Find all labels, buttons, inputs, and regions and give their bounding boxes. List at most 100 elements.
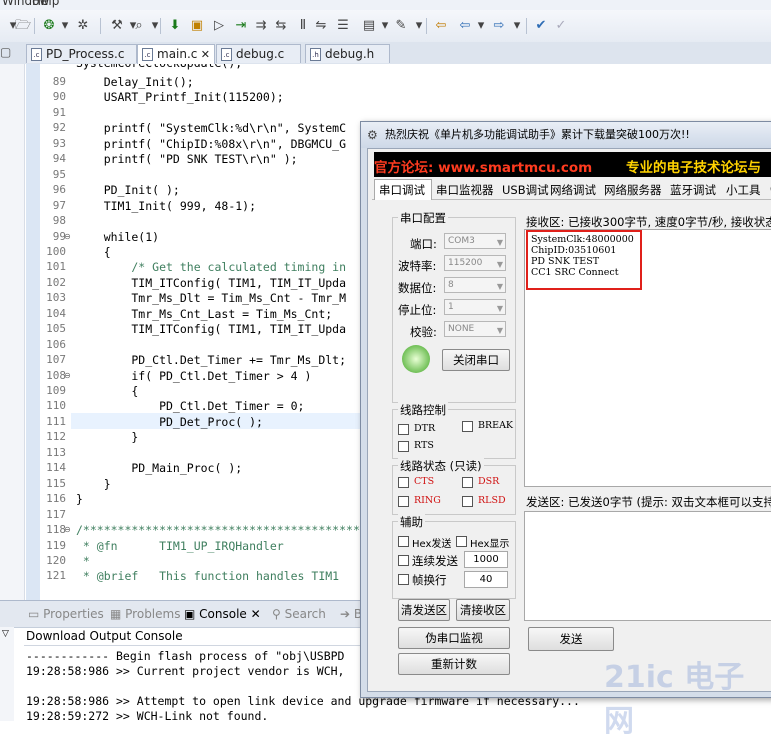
fold-toggle-icon[interactable]: ⊖ [64, 371, 71, 380]
download-icon[interactable]: ⬇ [166, 17, 184, 35]
tab-pd-process[interactable]: .c PD_Process.c [26, 44, 137, 63]
banner-forum-link[interactable]: 官方论坛: www.smartmcu.com [374, 156, 592, 176]
main-toolbar: ▾ 🗁 ❂ ▾ ✲ ⚒ ▾ ⌕ ▾ ⬇ ▣ ▷ ⇥ ⇉ ⇆ Ⅱ ⇋ ☰ ▤ ▾ … [0, 10, 771, 43]
ring-indicator [398, 496, 409, 507]
send-textarea[interactable] [524, 511, 771, 621]
send-button[interactable]: 发送 [528, 627, 614, 651]
build-dropdown-icon[interactable]: ▾ [56, 17, 74, 35]
hex-show-checkbox[interactable] [456, 536, 467, 547]
close-icon[interactable]: ✕ [201, 45, 210, 64]
dropdown-icon[interactable]: ▾ [472, 17, 490, 35]
parity-value: NONE [448, 324, 475, 334]
step-over-icon[interactable]: ⇆ [272, 17, 290, 35]
clear-send-button[interactable]: 清发送区 [398, 599, 450, 621]
forward-nav-icon[interactable]: ⇨ [490, 17, 508, 35]
toggle-icon[interactable]: ⇋ [312, 17, 330, 35]
line-number: 119 [46, 539, 66, 552]
continuous-send-checkbox[interactable] [398, 555, 409, 566]
virtual-monitor-button[interactable]: 伪串口监视 [398, 627, 510, 649]
tab-more[interactable]: ➔ B [340, 607, 362, 621]
reset-count-button[interactable]: 重新计数 [398, 653, 510, 675]
tab-console[interactable]: ▣ Console ✕ [184, 607, 261, 621]
parity-select[interactable]: NONE ▼ [444, 321, 506, 337]
tab-usb-debug[interactable]: USB调试 [502, 182, 549, 198]
view-icon[interactable]: ▢ [0, 45, 11, 59]
clear-receive-button[interactable]: 清接收区 [456, 599, 510, 621]
tab-serial-debug[interactable]: 串口调试 [379, 182, 425, 198]
code-line: /***************************************… [76, 523, 388, 537]
menu-help[interactable]: Help [32, 0, 59, 8]
line-number: 110 [46, 399, 66, 412]
tab-properties[interactable]: ▭ Properties [28, 607, 104, 621]
continuous-interval-input[interactable]: 1000 [464, 551, 508, 568]
back-icon[interactable]: ⇦ [432, 17, 450, 35]
stop-bits-select[interactable]: 1 ▼ [444, 299, 506, 315]
fold-toggle-icon[interactable]: ⊖ [64, 232, 71, 241]
dropdown-icon[interactable]: ▾ [508, 17, 526, 35]
tab-network-server[interactable]: 网络服务器 [604, 182, 662, 198]
baud-label: 波特率: [398, 259, 437, 273]
annotate-icon[interactable]: ✎ [392, 17, 410, 35]
terminal-icon[interactable]: ▷ [210, 17, 228, 35]
code-line: USART_Printf_Init(115200); [76, 90, 284, 104]
port-select[interactable]: COM3 ▼ [444, 233, 506, 249]
tab-main-c[interactable]: .c main.c ✕ [137, 44, 215, 64]
tab-label: Problems [125, 607, 181, 621]
tab-debug-c[interactable]: .c debug.c [216, 44, 301, 63]
chip-icon[interactable]: ▣ [188, 17, 206, 35]
pin-icon[interactable]: ✔ [532, 17, 550, 35]
line-number: 120 [46, 554, 66, 567]
tab-tools[interactable]: 小工具 [726, 182, 761, 198]
settings-icon[interactable]: ✲ [74, 17, 92, 35]
format-icon[interactable]: Ⅱ [294, 17, 312, 35]
code-line: TIM1_Init( 999, 48-1); [76, 199, 257, 213]
tab-bluetooth-debug[interactable]: 蓝牙调试 [670, 182, 716, 198]
code-line: PD_Ctl.Det_Timer = 0; [76, 399, 305, 413]
line-control-title: 线路控制 [398, 402, 448, 418]
fold-toggle-icon[interactable]: ⊖ [64, 525, 71, 534]
tab-search[interactable]: ⚲ Search [272, 607, 326, 621]
rts-label: RTS [414, 440, 434, 451]
baud-select[interactable]: 115200 ▼ [444, 255, 506, 271]
line-number: 94 [52, 152, 66, 165]
step-icon[interactable]: ⇉ [252, 17, 270, 35]
rts-checkbox[interactable] [398, 441, 409, 452]
line-number: 97 [52, 199, 66, 212]
dsr-label: DSR [478, 476, 500, 487]
code-line: TIM_ITConfig( TIM1, TIM_IT_Upda [76, 276, 347, 290]
run-icon[interactable]: ⇥ [232, 17, 250, 35]
break-checkbox[interactable] [462, 421, 473, 432]
line-number: 100 [46, 245, 66, 258]
tab-label: debug.h [325, 47, 375, 61]
pin-disabled-icon: ✓ [555, 18, 567, 33]
dropdown-icon[interactable]: ▾ [146, 17, 164, 35]
tab-network-debug[interactable]: 网络调试 [550, 182, 596, 198]
frame-newline-checkbox[interactable] [398, 574, 409, 585]
close-port-button[interactable]: 关闭串口 [442, 349, 510, 371]
list-icon[interactable]: ☰ [334, 17, 352, 35]
code-line: PD_Init( ); [76, 183, 180, 197]
console-left-strip: ▽ [0, 627, 14, 721]
line-number: 121 [46, 569, 66, 582]
receive-textarea[interactable]: SystemClk:48000000 ChipID:03510601 PD SNK … [524, 229, 771, 487]
tab-problems[interactable]: ▦ Problems [110, 607, 180, 621]
frame-newline-input[interactable]: 40 [464, 571, 508, 588]
app-icon: ⚙ [367, 128, 378, 142]
code-line: PD_Det_Proc( ); [76, 415, 263, 429]
window-title: 热烈庆祝《单片机多功能调试助手》累计下载量突破100万次!! [385, 128, 690, 141]
tab-debug-h[interactable]: .h debug.h [305, 44, 390, 63]
break-label: BREAK [478, 420, 514, 431]
dtr-checkbox[interactable] [398, 424, 409, 435]
banner[interactable]: 官方论坛: www.smartmcu.com 专业的电子技术论坛与 [374, 152, 771, 177]
hex-send-checkbox[interactable] [398, 536, 409, 547]
code-line-cut: SystemCoreClockUpdate(); [76, 64, 242, 70]
open-icon[interactable]: 🗁 [14, 17, 32, 35]
editor-tab-bar: ▢ .c PD_Process.c .c main.c ✕ .c debug.c .h… [0, 42, 771, 65]
line-number: 117 [46, 508, 66, 521]
rlsd-label: RLSD [478, 495, 506, 506]
data-bits-select[interactable]: 8 ▼ [444, 277, 506, 293]
chevron-down-icon[interactable]: ▽ [2, 629, 9, 639]
code-line: { [76, 384, 139, 398]
line-number: 103 [46, 291, 66, 304]
tab-serial-monitor[interactable]: 串口监视器 [436, 182, 494, 198]
